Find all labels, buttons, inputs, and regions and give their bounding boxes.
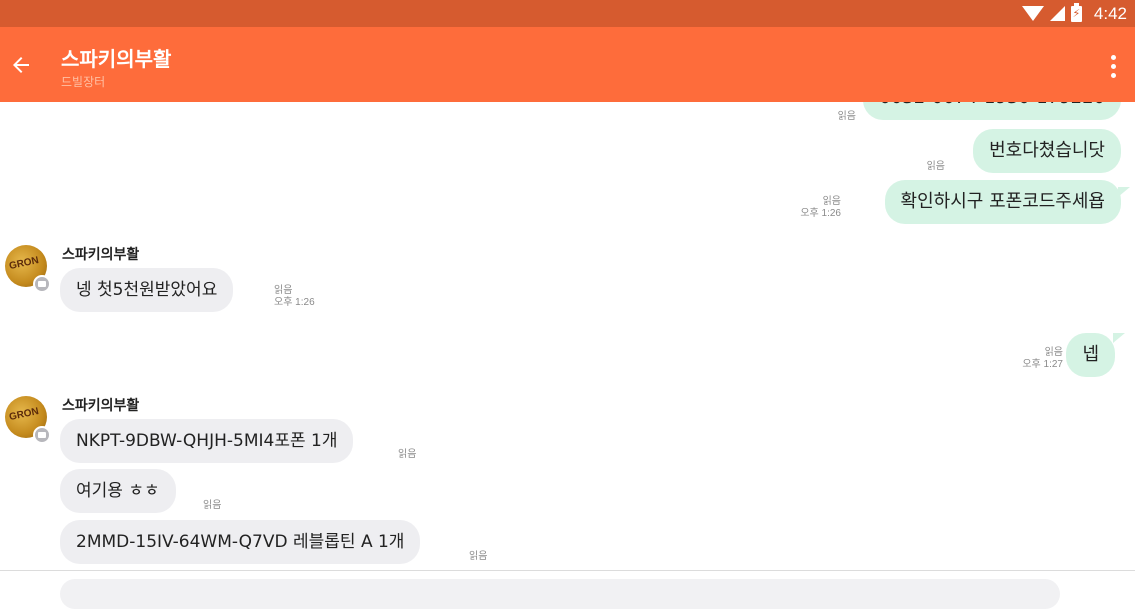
message-bubble-outgoing[interactable]: 0032-0074-1930-179220 [863,102,1121,120]
message-text: 여기용 ㅎㅎ [76,481,160,501]
read-receipt: 읽음 [469,551,488,562]
bubble-tail [1118,187,1130,197]
read-receipt: 읽음 [837,111,856,122]
chat-message-list[interactable]: 0032-0074-1930-179220 읽음 번호다쳤습니닷 읽음 확인하시… [0,102,1135,570]
message-text: 0032-0074-1930-179220 [879,102,1105,108]
more-vert-icon[interactable] [1103,49,1123,83]
message-bubble-incoming[interactable]: 여기용 ㅎㅎ [60,469,176,513]
message-bubble-incoming[interactable]: 넹 첫5천원받았어요 [60,268,234,312]
message-text: 넵 [1082,344,1099,365]
battery-charging-icon [1070,2,1082,22]
signal-icon [1049,6,1065,21]
message-bubble-outgoing[interactable]: 확인하시구 포폰코드주세욥 [884,180,1121,224]
chat-subtitle: 드빌장터 [61,75,106,89]
back-button[interactable] [4,41,38,89]
read-receipt: 읽음 [398,449,417,460]
message-meta: 읽음 오후 1:27 [1022,347,1063,370]
message-meta: 읽음 오후 1:26 [800,196,841,219]
read-receipt: 읽음 [203,500,222,511]
status-bar: 4:42 [0,0,1135,27]
message-input[interactable] [60,579,1060,609]
message-text: 번호다쳤습니닷 [989,140,1105,161]
status-time: 4:42 [1093,3,1127,23]
message-bubble-incoming[interactable]: NKPT-9DBW-QHJH-5MI4포폰 1개 [60,419,354,463]
sender-name: 스파키의부활 [62,398,140,414]
bubble-tail [1113,333,1125,343]
message-bubble-outgoing[interactable]: 넵 [1066,333,1115,377]
message-text: 2MMD-15IV-64WM-Q7VD 레블롭틴 A 1개 [76,532,405,552]
message-meta: 읽음 오후 1:26 [274,285,315,308]
message-bubble-outgoing[interactable]: 번호다쳤습니닷 [973,129,1121,173]
message-text: 확인하시구 포폰코드주세욥 [900,191,1105,212]
message-text: NKPT-9DBW-QHJH-5MI4포폰 1개 [76,431,338,451]
profile-badge-icon [33,426,51,444]
sender-name: 스파키의부활 [62,247,140,263]
wifi-icon [1021,6,1044,21]
read-receipt: 읽음 [926,161,945,172]
chat-title: 스파키의부활 [61,47,172,71]
app-bar: 스파키의부활 드빌장터 [0,27,1135,102]
message-bubble-incoming[interactable]: 2MMD-15IV-64WM-Q7VD 레블롭틴 A 1개 [60,520,421,564]
arrow-left-icon [13,57,29,73]
profile-badge-icon [33,275,51,293]
message-text: 넹 첫5천원받았어요 [76,280,218,300]
status-icons: 4:42 [1021,0,1127,27]
message-input-bar [0,570,1135,609]
